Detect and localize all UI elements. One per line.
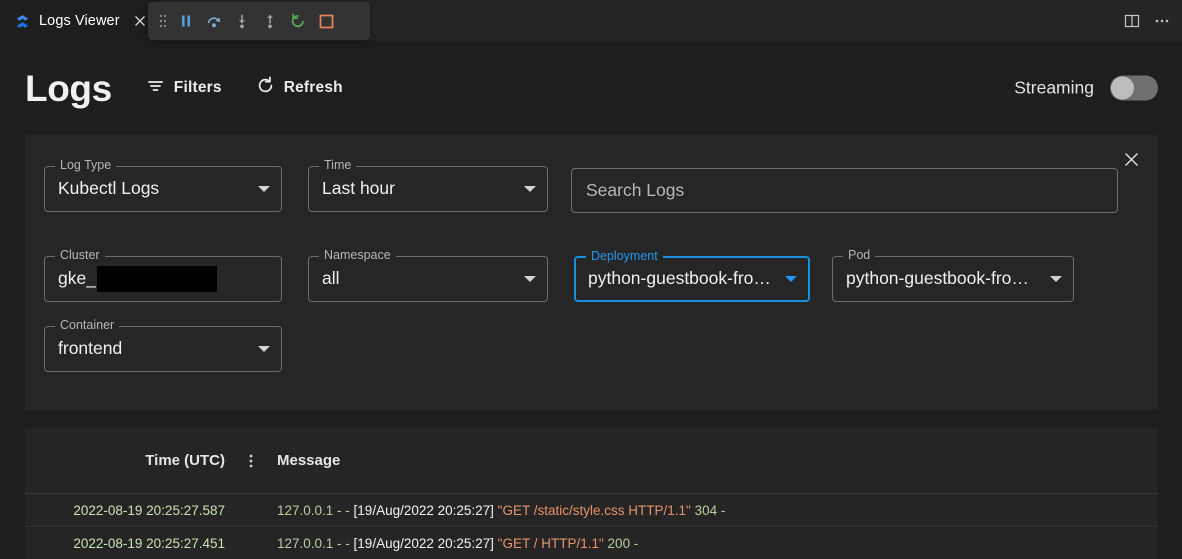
log-type-label: Log Type <box>55 159 116 172</box>
more-vert-icon[interactable] <box>225 453 277 469</box>
log-msg-timestamp: [19/Aug/2022 20:25:27] <box>354 503 494 518</box>
filters-row-1: Log Type Kubectl Logs Time Last hour <box>44 166 548 212</box>
container-label: Container <box>55 319 119 332</box>
namespace-select[interactable]: Namespace all <box>308 256 548 302</box>
activity-bar-strip <box>0 0 8 559</box>
chevron-down-icon <box>258 186 270 192</box>
close-filters-icon[interactable] <box>1118 146 1144 172</box>
chevron-down-icon <box>785 276 797 282</box>
cloud-code-icon <box>14 13 31 30</box>
filter-icon <box>146 76 165 100</box>
refresh-icon <box>256 76 275 100</box>
streaming-control: Streaming <box>1014 76 1158 101</box>
page-title: Logs <box>25 70 112 107</box>
log-type-value: Kubectl Logs <box>58 180 159 198</box>
log-row-time: 2022-08-19 20:25:27.451 <box>25 536 225 551</box>
editor-tab-logs-viewer[interactable]: Logs Viewer <box>0 0 159 41</box>
column-header-message[interactable]: Message <box>277 452 1158 469</box>
time-label: Time <box>319 159 356 172</box>
redaction-block <box>97 266 217 292</box>
time-value: Last hour <box>322 180 395 198</box>
editor-actions <box>1118 0 1176 41</box>
editor-tab-bar: Logs Viewer <box>0 0 1182 41</box>
log-msg-status: 200 - <box>608 536 639 551</box>
search-logs-placeholder: Search Logs <box>586 180 684 201</box>
table-row[interactable]: 2022-08-19 20:25:27.587 127.0.0.1 - - [1… <box>25 494 1158 527</box>
log-type-select[interactable]: Log Type Kubectl Logs <box>44 166 282 212</box>
drag-grip-icon[interactable] <box>154 7 172 35</box>
time-select[interactable]: Time Last hour <box>308 166 548 212</box>
deployment-label: Deployment <box>586 250 663 263</box>
log-msg-request: "GET / HTTP/1.1" <box>494 536 608 551</box>
streaming-toggle[interactable] <box>1110 76 1158 101</box>
streaming-toggle-knob <box>1111 77 1134 100</box>
pod-label: Pod <box>843 249 875 262</box>
log-row-message: 127.0.0.1 - - [19/Aug/2022 20:25:27] "GE… <box>277 536 1158 551</box>
log-msg-ip: 127.0.0.1 - - <box>277 503 354 518</box>
log-msg-status: 304 - <box>695 503 726 518</box>
pause-button[interactable] <box>172 7 200 35</box>
container-value: frontend <box>58 340 122 358</box>
chevron-down-icon <box>258 346 270 352</box>
column-header-time[interactable]: Time (UTC) <box>25 452 225 469</box>
refresh-button-label: Refresh <box>284 79 343 97</box>
step-out-button[interactable] <box>256 7 284 35</box>
deployment-value: python-guestbook-fro… <box>588 270 771 288</box>
chevron-down-icon <box>1050 276 1062 282</box>
chevron-down-icon <box>524 276 536 282</box>
filters-button-label: Filters <box>174 79 222 97</box>
cluster-field[interactable]: Cluster gke_ <box>44 256 282 302</box>
chevron-down-icon <box>524 186 536 192</box>
namespace-label: Namespace <box>319 249 396 262</box>
pod-value: python-guestbook-fro… <box>846 270 1029 288</box>
cluster-label: Cluster <box>55 249 105 262</box>
cluster-value: gke_ <box>58 270 96 288</box>
step-over-button[interactable] <box>200 7 228 35</box>
table-row[interactable]: 2022-08-19 20:25:27.451 127.0.0.1 - - [1… <box>25 527 1158 559</box>
filters-button[interactable]: Filters <box>146 76 222 100</box>
ellipsis-icon[interactable] <box>1148 7 1176 35</box>
filters-row-2: Cluster gke_ Namespace all Deployment py… <box>44 256 1074 302</box>
log-row-message: 127.0.0.1 - - [19/Aug/2022 20:25:27] "GE… <box>277 503 1158 518</box>
editor-tab-label: Logs Viewer <box>39 13 120 29</box>
streaming-label: Streaming <box>1014 78 1094 99</box>
step-into-button[interactable] <box>228 7 256 35</box>
log-row-time: 2022-08-19 20:25:27.587 <box>25 503 225 518</box>
container-select[interactable]: Container frontend <box>44 326 282 372</box>
split-editor-icon[interactable] <box>1118 7 1146 35</box>
refresh-button[interactable]: Refresh <box>256 76 343 100</box>
pod-select[interactable]: Pod python-guestbook-fro… <box>832 256 1074 302</box>
restart-button[interactable] <box>284 7 312 35</box>
namespace-value: all <box>322 270 340 288</box>
close-icon[interactable] <box>130 11 150 31</box>
log-table: Time (UTC) Message 2022-08-19 20:25:27.5… <box>25 428 1158 559</box>
filters-row-3: Container frontend <box>44 326 282 372</box>
log-msg-ip: 127.0.0.1 - - <box>277 536 354 551</box>
log-msg-timestamp: [19/Aug/2022 20:25:27] <box>354 536 494 551</box>
debug-toolbar[interactable] <box>148 2 370 40</box>
page-header: Logs Filters Refresh Streaming <box>8 41 1182 135</box>
deployment-select[interactable]: Deployment python-guestbook-fro… <box>574 256 810 302</box>
log-msg-request: "GET /static/style.css HTTP/1.1" <box>494 503 695 518</box>
stop-button[interactable] <box>312 7 340 35</box>
log-table-header: Time (UTC) Message <box>25 428 1158 494</box>
search-logs-input[interactable]: Search Logs <box>571 168 1118 213</box>
